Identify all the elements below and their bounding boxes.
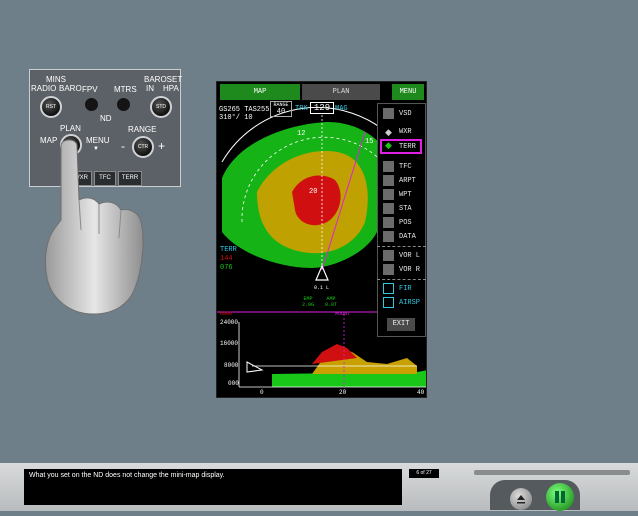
vsd-y-label-16000: 16000 [220,340,239,347]
pause-icon [555,491,565,503]
vsd-x-label-40: 40 [417,389,425,396]
range-box: RANGE 40 [270,101,292,117]
plan-label: PLAN [60,124,81,133]
page-counter: 6 of 27 [409,469,439,478]
fir-toggle-box[interactable] [383,283,394,294]
vsd-top-mid-label: MOUNT [335,311,351,317]
in-label: IN [146,84,154,93]
hand-pointer-icon [44,139,144,315]
pos-toggle-box[interactable] [383,217,394,228]
menu-item-fir[interactable]: FIR [399,285,412,293]
range-ring-label-20: 20 [309,188,318,196]
terr-low-elevation: 076 [220,264,233,272]
eject-icon [517,495,525,504]
pause-button[interactable] [546,483,574,511]
navigation-display: MAP PLAN MENU GS265 TAS255 310°/ 10 RANG… [216,81,427,398]
data-toggle-box[interactable] [383,231,394,242]
vsd-x-label-0: 0 [260,389,264,396]
menu-divider [377,246,426,247]
emp-readout: EMP 2.0G [302,296,314,308]
vsd-y-label-000: 000 [228,380,239,387]
vsd-toggle-box[interactable] [383,108,394,119]
arpt-toggle-box[interactable] [383,175,394,186]
terr-high-elevation: 144 [220,255,233,263]
compass-label-12: 12 [297,130,306,138]
vsd-top-left-label: 6000 [220,311,233,317]
minimums-knob[interactable]: RST [40,96,62,118]
vor-l-toggle-box[interactable] [383,250,394,261]
menu-item-wxr[interactable]: WXR [399,128,412,136]
groundspeed-readout: GS265 TAS255 [219,106,270,114]
menu-item-vor-l[interactable]: VOR L [399,252,420,260]
terr-diamond-icon: ◆ [385,140,392,150]
vor-r-toggle-box[interactable] [383,264,394,275]
baro-label: BARO [59,84,82,93]
terr-mode-label: TERR [220,246,237,254]
baroset-knob[interactable]: STD [150,96,172,118]
wpt-toggle-box[interactable] [383,189,394,200]
wind-readout: 310°/ 10 [219,114,253,122]
mtrs-label: MTRS [114,85,137,94]
eject-button[interactable] [510,488,532,510]
progress-track[interactable] [474,470,630,475]
std-label: STD [156,104,166,110]
tfc-toggle-box[interactable] [383,161,394,172]
menu-item-vor-r[interactable]: VOR R [399,266,420,274]
heading-box: 129 [310,102,334,114]
menu-divider-2 [377,279,426,280]
amp-value: 0.0T [325,302,338,308]
menu-item-terr[interactable]: TERR [399,143,416,151]
airsp-toggle-box[interactable] [383,297,394,308]
amp-readout: AMP 0.0T [325,296,337,308]
mag-label: MAG [335,105,348,113]
trk-label: TRK [295,105,308,113]
menu-item-pos[interactable]: POS [399,219,412,227]
nd-range-value: 40 [276,108,286,116]
mins-label: MINS [46,75,66,84]
baroset-label: BAROSET [144,75,183,84]
vsd-y-label-24000: 24000 [220,319,239,326]
fpv-label: FPV [82,85,98,94]
menu-item-data[interactable]: DATA [399,233,416,241]
menu-item-vsd[interactable]: VSD [399,110,412,118]
mtrs-button[interactable] [117,98,130,111]
vsd-x-label-20: 20 [339,389,347,396]
emp-value: 2.0G [302,302,315,308]
fpv-button[interactable] [85,98,98,111]
caption-box: What you set on the ND does not change t… [24,469,402,505]
vsd-aircraft-icon [246,361,264,373]
sta-toggle-box[interactable] [383,203,394,214]
menu-item-wpt[interactable]: WPT [399,191,412,199]
menu-item-tfc[interactable]: TFC [399,163,412,171]
vsd-y-label-8000: 8000 [224,362,239,369]
compass-label-15: 15 [365,138,374,146]
wxr-diamond-icon: ◆ [385,127,392,137]
exit-button[interactable]: EXIT [387,318,415,331]
menu-item-airsp[interactable]: AIRSP [399,299,420,307]
radio-label: RADIO [31,84,57,93]
range-plus-label: + [158,139,166,153]
nd-label: ND [100,114,112,123]
range-label: RANGE [128,125,157,134]
hpa-label: HPA [163,84,179,93]
rst-label: RST [46,104,56,110]
menu-item-sta[interactable]: STA [399,205,412,213]
aircraft-scale-label: 0.1 L [314,285,330,291]
menu-item-arpt[interactable]: ARPT [399,177,416,185]
